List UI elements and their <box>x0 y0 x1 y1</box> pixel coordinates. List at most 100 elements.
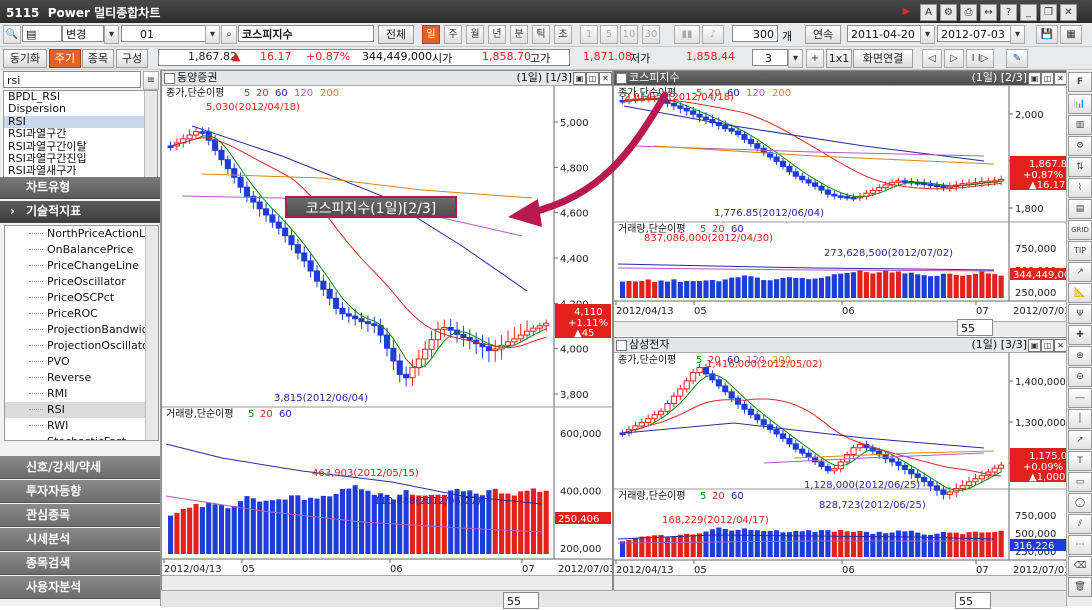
arrow-icon[interactable]: ➚ <box>1068 430 1092 450</box>
screen-link-button[interactable]: 화면연결 <box>853 49 913 68</box>
ruler-icon[interactable]: 📐 <box>1068 283 1092 303</box>
zoom-out-icon[interactable]: ⊖ <box>1068 367 1092 387</box>
pane-1-zoom-input[interactable]: 55 <box>503 592 539 609</box>
nav-button[interactable]: 종목검색 <box>0 552 160 575</box>
indicator-tree-item[interactable]: RWI <box>5 418 158 434</box>
all-button[interactable]: 전체 <box>378 25 414 44</box>
font-icon[interactable]: A <box>920 4 937 21</box>
date-from-input[interactable]: 2011-04-20 <box>847 25 921 42</box>
trash-icon[interactable]: 🗑 <box>1068 577 1092 597</box>
pane-3-chart[interactable]: 종가,단순이평520601202001,400,0001,300,0001,20… <box>614 353 1067 575</box>
text-icon[interactable]: T <box>1068 451 1092 471</box>
chevron-down-icon[interactable]: ▾ <box>1010 25 1025 44</box>
pane-2-checkbox[interactable] <box>616 73 627 84</box>
period-tick-button[interactable]: 틱 <box>532 25 550 44</box>
chevron-down-icon[interactable]: ▾ <box>104 25 119 44</box>
indicator-tree-item[interactable]: NorthPriceActionLine <box>5 226 158 242</box>
pane-3-scrollbar[interactable] <box>614 575 1067 590</box>
print-icon[interactable]: ⎙ <box>960 4 977 21</box>
period-second-button[interactable]: 초 <box>554 25 572 44</box>
layout-icon[interactable]: ▦ <box>1060 25 1082 44</box>
pause-button[interactable]: ▮▮ <box>674 25 700 44</box>
fibonacci-icon[interactable]: Ψ <box>1068 304 1092 324</box>
indicator-tree-item[interactable]: PriceOSCPct <box>5 290 158 306</box>
indicator-search-input[interactable]: rsi <box>3 71 141 88</box>
group-select[interactable]: 01 <box>121 25 206 42</box>
pane-1-scrollbar[interactable] <box>162 575 612 590</box>
search-icon[interactable]: ⌕ <box>221 25 237 44</box>
pane-restore-icon[interactable]: ◫ <box>1041 72 1054 85</box>
minute-30-button[interactable]: 30 <box>642 25 660 44</box>
period-year-button[interactable]: 년 <box>488 25 506 44</box>
search-icon[interactable]: 🔍 <box>3 25 21 44</box>
period-week-button[interactable]: 주 <box>444 25 462 44</box>
indicator-list-item[interactable]: RSI과열구간진입 <box>4 153 157 165</box>
minute-1-button[interactable]: 1 <box>580 25 598 44</box>
chart-line-icon[interactable]: ⌇ <box>1068 178 1092 198</box>
nav-button[interactable]: 신호/강세/약세 <box>0 456 160 479</box>
vline-icon[interactable]: │ <box>1068 409 1092 429</box>
period-minute-button[interactable]: 분 <box>510 25 528 44</box>
prev-icon[interactable]: ◁ <box>922 49 942 68</box>
chevron-down-icon[interactable]: ▾ <box>788 49 803 68</box>
nav-button[interactable]: 시세분석 <box>0 528 160 551</box>
minute-10-button[interactable]: 10 <box>620 25 638 44</box>
stock-button[interactable]: 종목 <box>82 49 114 68</box>
pane-maximize-icon[interactable]: ▣ <box>573 72 586 85</box>
indicator-tree-scrollbar[interactable] <box>145 226 158 440</box>
tech-indicator-header[interactable]: › 기술적지표 <box>0 201 160 223</box>
indicator-tree-item[interactable]: PriceChangeLine <box>5 258 158 274</box>
indicator-list-item[interactable]: BPDL_RSI <box>4 91 157 103</box>
chevron-down-icon[interactable]: ▾ <box>920 25 935 44</box>
change-select[interactable]: 변경 <box>62 25 104 42</box>
chart-candle-icon[interactable]: 📊 <box>1068 94 1092 114</box>
indicator-tree-item[interactable]: Reverse <box>5 370 158 386</box>
pane-3-checkbox[interactable] <box>616 340 627 351</box>
pane-restore-icon[interactable]: ◫ <box>1041 339 1054 352</box>
indicator-tree-item[interactable]: OnBalancePrice <box>5 242 158 258</box>
indicator-tree-item[interactable]: PriceOscillator <box>5 274 158 290</box>
function-f-button[interactable]: F <box>1068 72 1092 92</box>
indicator-tree-item[interactable]: RMI <box>5 386 158 402</box>
save-icon[interactable]: 💾 <box>1036 25 1058 44</box>
nav-button[interactable]: 관심종목 <box>0 504 160 527</box>
cycle-button[interactable]: 주기 <box>49 49 81 68</box>
grid-button[interactable]: GRID <box>1068 220 1092 240</box>
next-icon[interactable]: ▷ <box>944 49 964 68</box>
sync-button[interactable]: 동기화 <box>3 49 47 68</box>
period-day-button[interactable]: 일 <box>422 25 440 44</box>
pane-3-zoom-input[interactable]: 55 <box>955 592 991 609</box>
period-icon[interactable]: ⋯ <box>1068 535 1092 555</box>
indicator-list-item[interactable]: RSI과열새구가 <box>4 165 157 177</box>
indicator-tree-item[interactable]: StochasticFast <box>5 434 158 440</box>
pane-maximize-icon[interactable]: ▣ <box>1028 339 1041 352</box>
count-input[interactable]: 300 <box>732 25 778 42</box>
chart-bar-icon[interactable]: ▥ <box>1068 115 1092 135</box>
eraser-icon[interactable]: ⌫ <box>1068 556 1092 576</box>
grid-1x1-button[interactable]: 1x1 <box>826 49 852 68</box>
indicator-tree-item[interactable]: ProjectionOscillator <box>5 338 158 354</box>
channel-icon[interactable]: ⫽ <box>1068 514 1092 534</box>
pane-2-scrollbar[interactable] <box>614 321 1067 336</box>
minimize-icon[interactable]: _ <box>1020 4 1037 21</box>
pane-close-icon[interactable]: ✕ <box>599 72 612 85</box>
minute-5-button[interactable]: 5 <box>600 25 618 44</box>
cross-icon[interactable]: ✚ <box>1068 325 1092 345</box>
pane-maximize-icon[interactable]: ▣ <box>1028 72 1041 85</box>
link-icon[interactable]: ↔ <box>980 4 997 21</box>
indicator-tree-item[interactable]: PVO <box>5 354 158 370</box>
chart-table-icon[interactable]: ▤ <box>1068 199 1092 219</box>
indicator-list-item[interactable]: RSI <box>4 115 157 129</box>
rect-icon[interactable]: ▭ <box>1068 472 1092 492</box>
nav-button[interactable]: 사용자분석 <box>0 576 160 599</box>
chevron-down-icon[interactable]: ▾ <box>205 25 220 44</box>
layout-count-select[interactable]: 3 <box>752 49 788 66</box>
pane-restore-icon[interactable]: ◫ <box>586 72 599 85</box>
pen-icon[interactable]: ✎ <box>1006 49 1028 68</box>
indicator-list-item[interactable]: Dispersion <box>4 103 157 115</box>
nav-button[interactable]: 투자자동향 <box>0 480 160 503</box>
menu-toggle-icon[interactable]: ▤ <box>22 25 62 42</box>
compose-button[interactable]: 구성 <box>116 49 148 68</box>
indicator-tree-item[interactable]: ProjectionBandwidth <box>5 322 158 338</box>
tip-button[interactable]: TIP <box>1068 241 1092 261</box>
